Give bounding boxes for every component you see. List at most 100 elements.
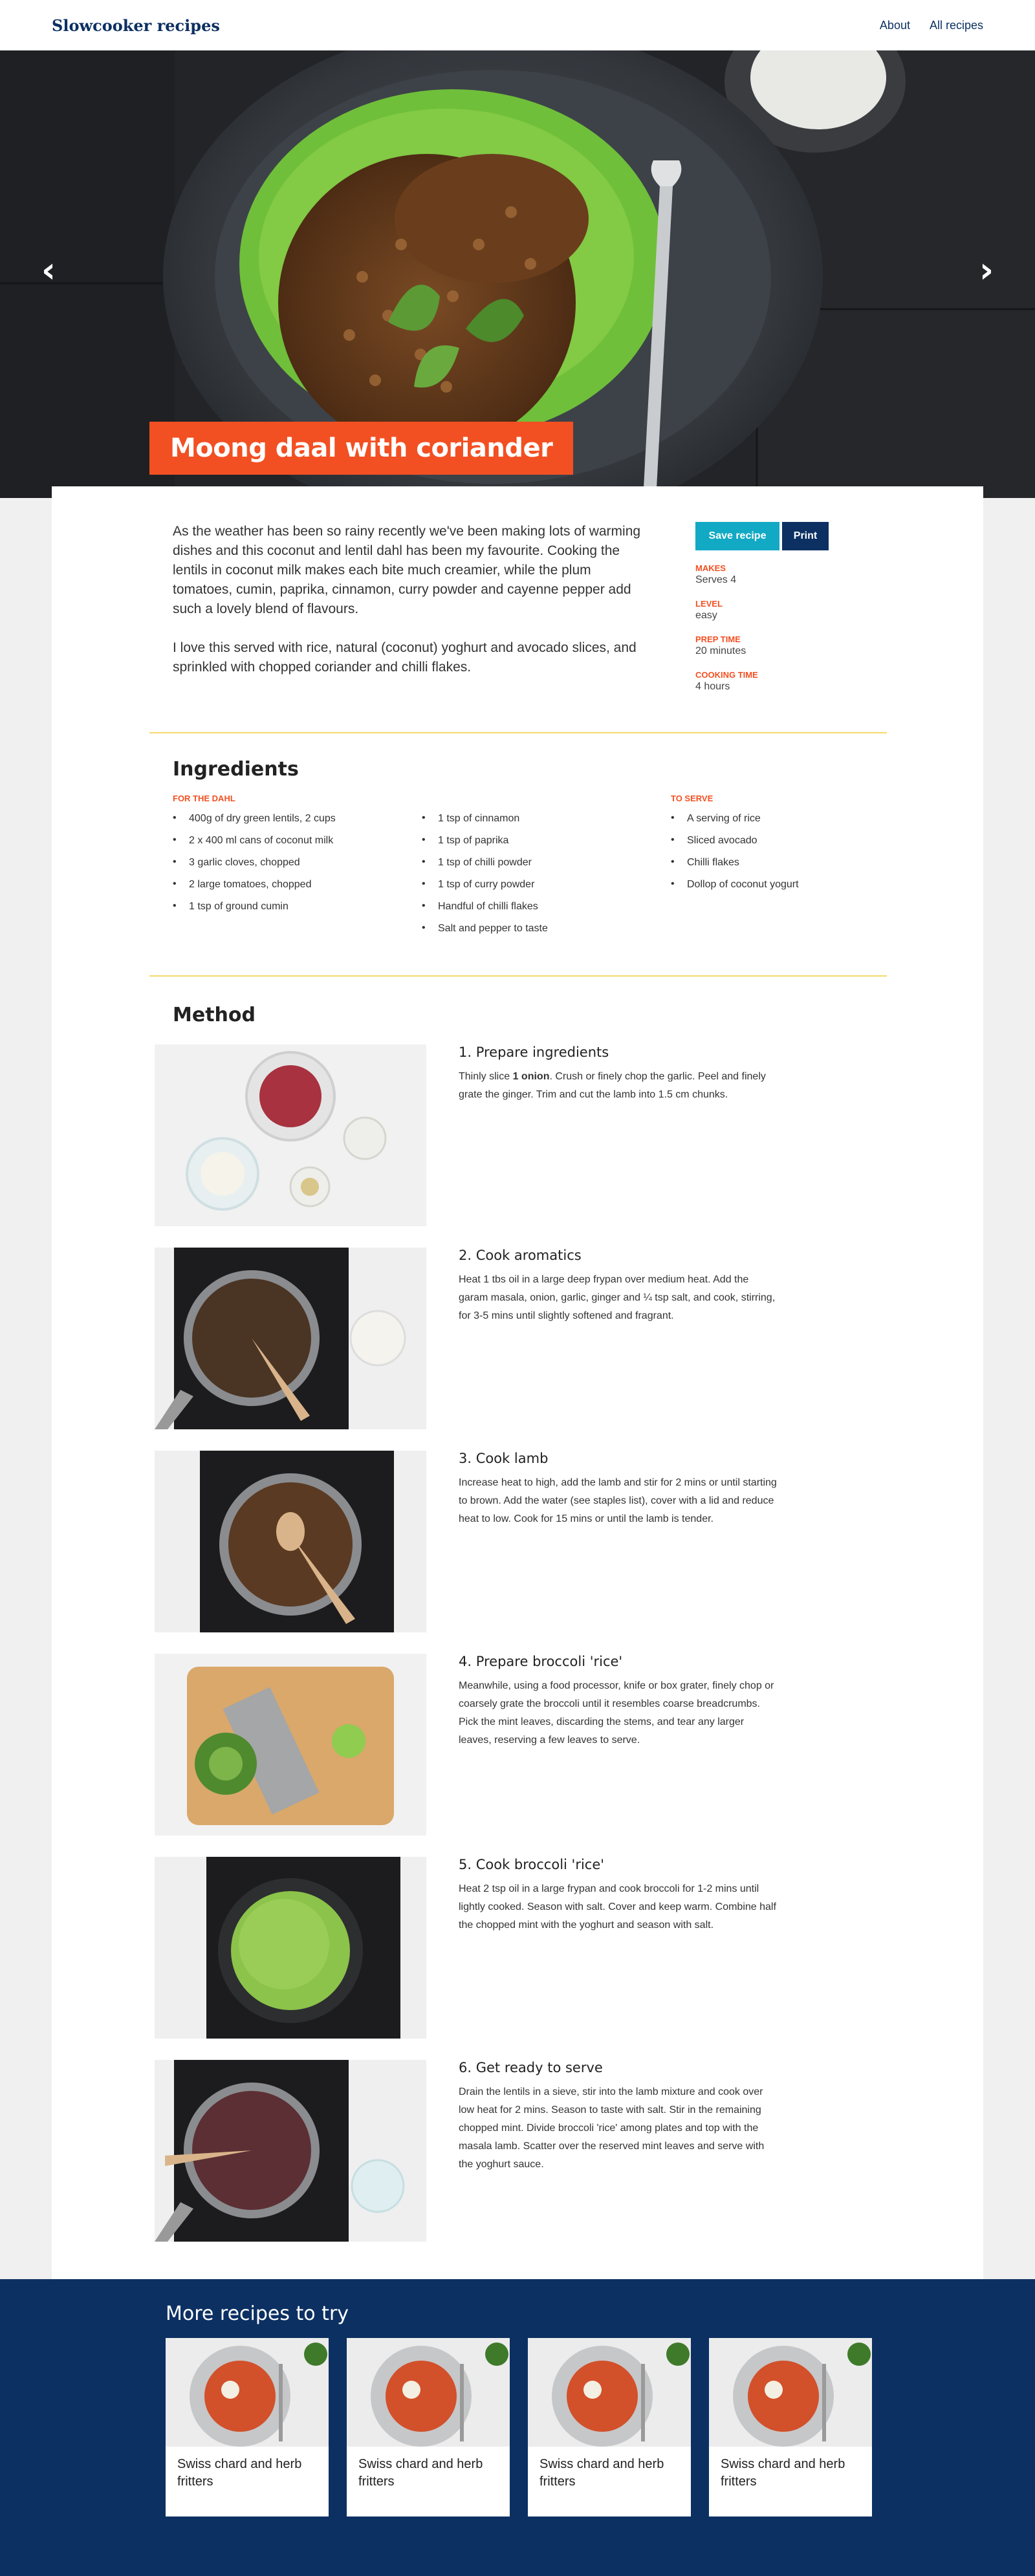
step-image <box>155 1857 426 2039</box>
step-content: 2. Cook aromatics Heat 1 tbs oil in a la… <box>459 1248 779 1429</box>
recipe-actions: Save recipe Print <box>695 522 838 550</box>
meta-value: 20 minutes <box>695 645 746 656</box>
recipe-card-image <box>709 2338 872 2447</box>
carousel-next-button[interactable]: › <box>967 251 1006 290</box>
nav-link-about[interactable]: About <box>880 19 910 32</box>
ingredient-list: 400g of dry green lentils, 2 cups 2 x 40… <box>173 812 422 923</box>
ingredient-item: 1 tsp of cinnamon <box>422 812 671 835</box>
step-image <box>155 1654 426 1835</box>
ingredient-item: Chilli flakes <box>671 856 920 879</box>
ingredient-item: 1 tsp of paprika <box>422 834 671 857</box>
site-header: Slowcooker recipes About All recipes <box>0 0 1035 50</box>
recipe-card-link[interactable]: Swiss chard and herb fritters <box>166 2338 329 2516</box>
method-title: Method <box>173 1004 256 1026</box>
step-text-bold: 1 onion <box>512 1071 550 1082</box>
recipe-title-tab: Moong daal with coriander <box>149 422 574 475</box>
ingredient-item: 3 garlic cloves, chopped <box>173 856 422 879</box>
ingredient-item: 1 tsp of curry powder <box>422 878 671 901</box>
main-nav: About All recipes <box>880 19 983 32</box>
print-button[interactable]: Print <box>782 522 829 550</box>
method-section: Method 1. Prepare ingredients Thinly sli… <box>52 977 983 2279</box>
ingredient-item: 400g of dry green lentils, 2 cups <box>173 812 422 835</box>
ingredient-item: Sliced avocado <box>671 834 920 857</box>
step-text: Increase heat to high, add the lamb and … <box>459 1477 777 1524</box>
recipe-intro: As the weather has been so rainy recentl… <box>52 486 983 732</box>
step-text: Thinly slice 1 onion. Crush or finely ch… <box>459 1071 766 1100</box>
step-content: 5. Cook broccoli 'rice' Heat 2 tsp oil i… <box>459 1857 779 2039</box>
ingredients-title: Ingredients <box>173 758 299 781</box>
ingredients-column: TO SERVE A serving of rice Sliced avocad… <box>671 794 920 945</box>
step-title: 4. Prepare broccoli 'rice' <box>459 1654 623 1669</box>
ingredient-item: 1 tsp of ground cumin <box>173 900 422 923</box>
meta-value: 4 hours <box>695 681 730 692</box>
ingredient-item: Salt and pepper to taste <box>422 922 671 945</box>
recipe-card-title: Swiss chard and herb fritters <box>539 2457 664 2489</box>
meta-prep-time: PREP TIME 20 minutes <box>695 634 838 657</box>
ingredient-list: A serving of rice Sliced avocado Chilli … <box>671 812 920 901</box>
ingredient-group-label: FOR THE DAHL <box>173 794 235 803</box>
ingredient-list: 1 tsp of cinnamon 1 tsp of paprika 1 tsp… <box>422 812 671 945</box>
ingredients-column: FOR THE DAHL 400g of dry green lentils, … <box>173 794 422 945</box>
step-text: Heat 1 tbs oil in a large deep frypan ov… <box>459 1274 776 1321</box>
recipe-card-title: Swiss chard and herb fritters <box>721 2457 845 2489</box>
meta-level: LEVEL easy <box>695 599 838 622</box>
ingredient-item: 2 large tomatoes, chopped <box>173 878 422 901</box>
ingredient-group-label: TO SERVE <box>671 794 714 803</box>
step-title: 5. Cook broccoli 'rice' <box>459 1857 605 1872</box>
recipe-card-link[interactable]: Swiss chard and herb fritters <box>528 2338 691 2516</box>
step-text: Drain the lentils in a sieve, stir into … <box>459 2086 765 2170</box>
recipe-card-title: Swiss chard and herb fritters <box>358 2457 483 2489</box>
more-recipes-title: More recipes to try <box>166 2302 349 2325</box>
recipe-card-title: Swiss chard and herb fritters <box>177 2457 302 2489</box>
ingredient-group-label <box>422 794 671 804</box>
ingredient-item: Dollop of coconut yogurt <box>671 878 920 901</box>
save-recipe-button[interactable]: Save recipe <box>695 522 779 550</box>
recipe-sidebar: Save recipe Print MAKES Serves 4 LEVEL e… <box>695 522 838 732</box>
meta-value: easy <box>695 610 717 621</box>
ingredient-item: Handful of chilli flakes <box>422 900 671 923</box>
step-title: 6. Get ready to serve <box>459 2060 603 2075</box>
step-title: 1. Prepare ingredients <box>459 1044 609 1060</box>
step-image <box>155 1044 426 1226</box>
more-recipes-section: More recipes to try Swiss chard and herb… <box>0 2279 1035 2576</box>
recipe-card: Moong daal with coriander As the weather… <box>52 422 983 2279</box>
intro-paragraph: As the weather has been so rainy recentl… <box>173 524 641 616</box>
meta-label: LEVEL <box>695 599 723 609</box>
ingredients-section: Ingredients FOR THE DAHL 400g of dry gre… <box>52 733 983 975</box>
ingredients-columns: FOR THE DAHL 400g of dry green lentils, … <box>173 794 983 945</box>
nav-link-all-recipes[interactable]: All recipes <box>930 19 983 32</box>
meta-label: PREP TIME <box>695 634 741 644</box>
method-step: 2. Cook aromatics Heat 1 tbs oil in a la… <box>155 1248 983 1429</box>
step-text: Meanwhile, using a food processor, knife… <box>459 1680 774 1746</box>
step-content: 6. Get ready to serve Drain the lentils … <box>459 2060 779 2242</box>
method-step: 5. Cook broccoli 'rice' Heat 2 tsp oil i… <box>155 1857 983 2039</box>
step-title: 2. Cook aromatics <box>459 1248 582 1263</box>
meta-label: COOKING TIME <box>695 670 758 680</box>
method-step: 3. Cook lamb Increase heat to high, add … <box>155 1451 983 1632</box>
step-text: Heat 2 tsp oil in a large frypan and coo… <box>459 1883 776 1931</box>
intro-paragraph: I love this served with rice, natural (c… <box>173 640 637 675</box>
step-image <box>155 1248 426 1429</box>
site-logo[interactable]: Slowcooker recipes <box>52 16 220 35</box>
ingredient-item: A serving of rice <box>671 812 920 835</box>
method-step: 6. Get ready to serve Drain the lentils … <box>155 2060 983 2242</box>
recipe-title: Moong daal with coriander <box>170 433 553 463</box>
recipe-card-link[interactable]: Swiss chard and herb fritters <box>709 2338 872 2516</box>
step-title: 3. Cook lamb <box>459 1451 549 1466</box>
ingredients-column: 1 tsp of cinnamon 1 tsp of paprika 1 tsp… <box>422 794 671 945</box>
meta-makes: MAKES Serves 4 <box>695 563 838 586</box>
recipe-card-image <box>528 2338 691 2447</box>
step-image <box>155 2060 426 2242</box>
step-content: 3. Cook lamb Increase heat to high, add … <box>459 1451 779 1632</box>
chevron-right-icon: › <box>979 250 994 290</box>
meta-label: MAKES <box>695 563 726 573</box>
carousel-prev-button[interactable]: ‹ <box>29 251 68 290</box>
ingredient-item: 1 tsp of chilli powder <box>422 856 671 879</box>
method-step: 4. Prepare broccoli 'rice' Meanwhile, us… <box>155 1654 983 1835</box>
meta-value: Serves 4 <box>695 574 737 585</box>
recipe-card-link[interactable]: Swiss chard and herb fritters <box>347 2338 510 2516</box>
chevron-left-icon: ‹ <box>41 250 56 290</box>
more-recipes-list: Swiss chard and herb fritters Swiss char… <box>166 2338 1035 2516</box>
step-image <box>155 1451 426 1632</box>
intro-text: As the weather has been so rainy recentl… <box>173 522 648 732</box>
